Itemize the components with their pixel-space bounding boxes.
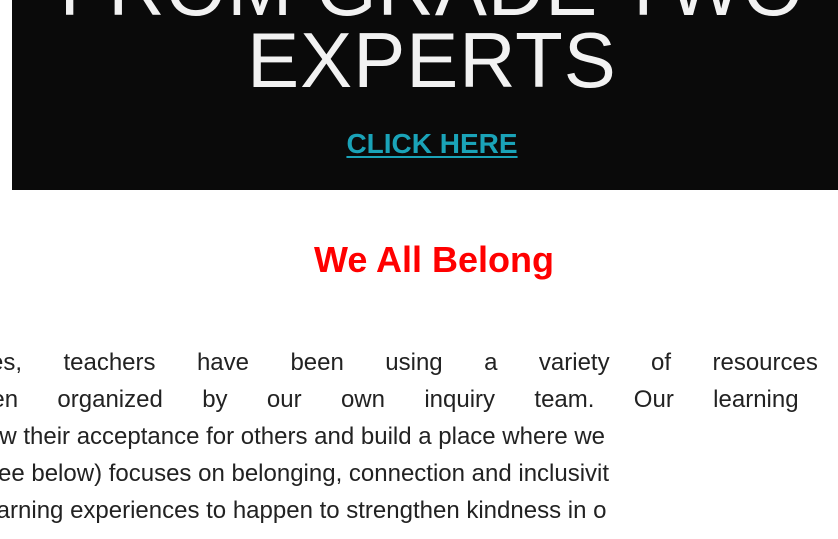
body-line: row their acceptance for others and buil… xyxy=(0,423,606,450)
click-here-link[interactable]: CLICK HERE xyxy=(346,128,517,159)
banner-title-line-2: EXPERTS xyxy=(247,16,617,104)
body-line: learning experiences to happen to streng… xyxy=(0,497,607,524)
section-body: ses, teachers have been using a variety … xyxy=(0,344,838,529)
hero-banner: FROM GRADE TWO EXPERTS CLICK HERE xyxy=(12,0,838,190)
section-heading: We All Belong xyxy=(313,239,554,280)
body-line: (see below) focuses on belonging, connec… xyxy=(0,460,610,487)
body-line: een organized by our own inquiry team. O… xyxy=(0,386,838,413)
body-line: ses, teachers have been using a variety … xyxy=(0,349,838,376)
banner-cta: CLICK HERE xyxy=(12,126,838,162)
